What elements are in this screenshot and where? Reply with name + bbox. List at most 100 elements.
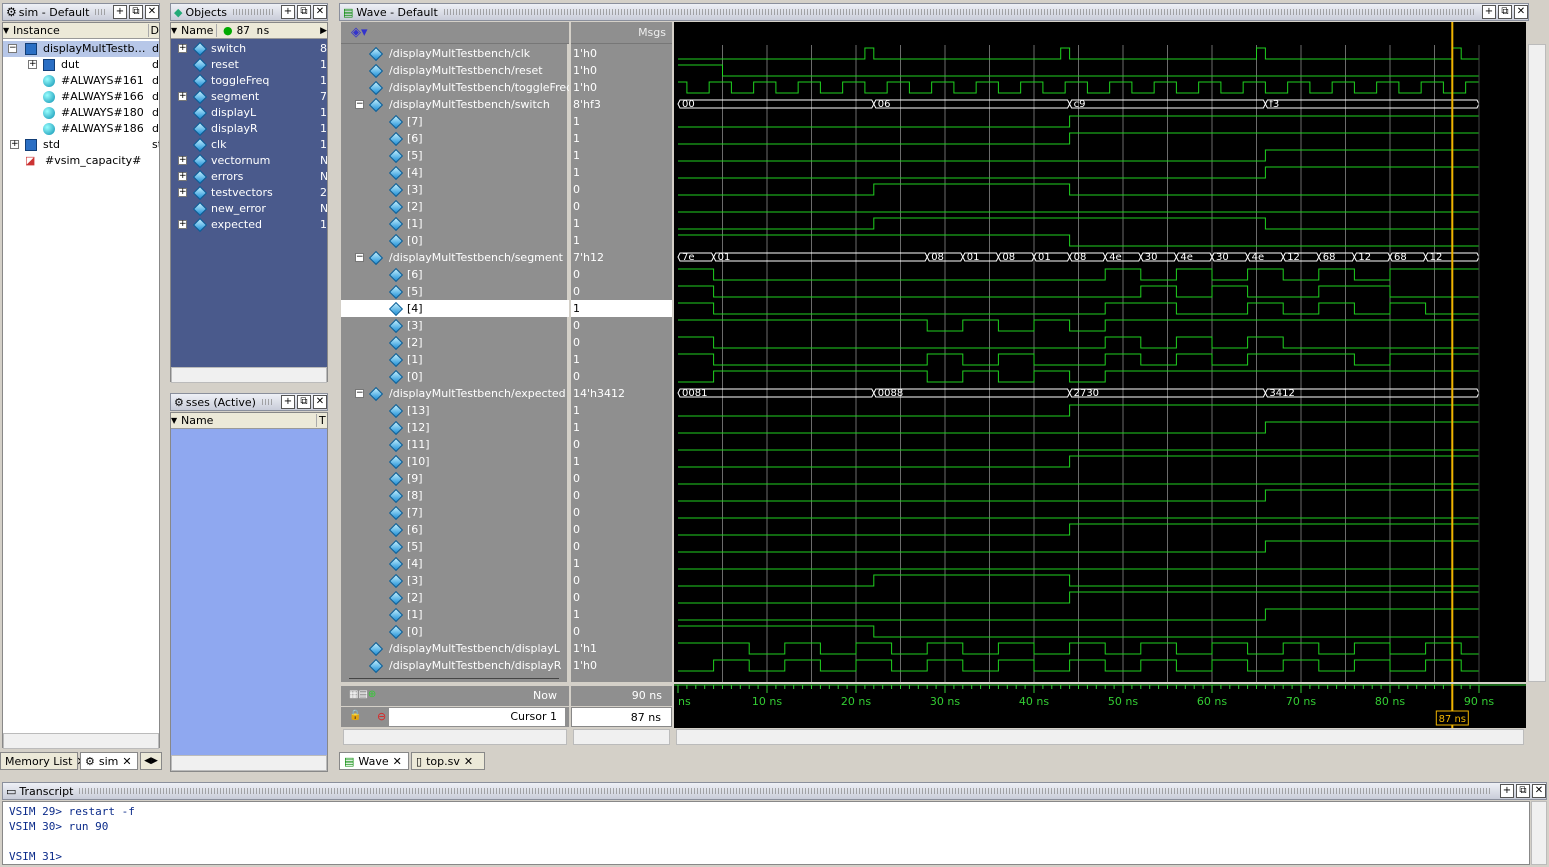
drag-grip[interactable]	[443, 9, 1474, 15]
signal-bit-row[interactable]: [1]	[341, 215, 569, 232]
signal-row[interactable]: /displayMultTestbench/clk	[341, 45, 569, 62]
collapse-icon[interactable]: −	[8, 44, 17, 53]
tree-row[interactable]: #ALWAYS#186 di	[3, 121, 159, 137]
objects-hscrollbar[interactable]	[171, 367, 327, 383]
names-hscrollbar[interactable]	[343, 729, 567, 745]
expand-icon[interactable]: +	[10, 140, 19, 149]
object-row[interactable]: + errors N	[171, 169, 327, 185]
sim-pane-titlebar[interactable]: ⚙ sim - Default + ⧉ ✕	[2, 3, 160, 21]
expand-icon[interactable]: +	[178, 172, 187, 181]
signal-bit-row[interactable]: [9]	[341, 470, 569, 487]
tree-row[interactable]: #ALWAYS#161 di	[3, 73, 159, 89]
expand-icon[interactable]: +	[178, 92, 187, 101]
signal-row[interactable]: −/displayMultTestbench/segment	[341, 249, 569, 266]
time-ruler[interactable]: ns 10 ns 20 ns 30 ns 40 ns 50 ns 60 ns 70 ns 80 …	[674, 684, 1526, 728]
cursor-name-field[interactable]: Cursor 1	[389, 708, 565, 726]
signal-bit-row[interactable]: [0]	[341, 232, 569, 249]
object-row[interactable]: + expected 1	[171, 217, 327, 233]
transcript-console[interactable]: VSIM 29> restart -f VSIM 30> run 90 VSIM…	[2, 801, 1530, 865]
tab-scroll-arrows[interactable]: ◀▶	[140, 752, 162, 770]
close-icon[interactable]: ✕	[1532, 784, 1546, 798]
signal-bit-row[interactable]: [3]	[341, 572, 569, 589]
signal-bit-row[interactable]: [10]	[341, 453, 569, 470]
add-icon[interactable]: +	[113, 5, 127, 19]
tab-wave[interactable]: ▤ Wave ✕	[339, 752, 409, 770]
collapse-icon[interactable]: −	[355, 100, 364, 109]
undock-icon[interactable]: ⧉	[297, 5, 311, 19]
add-icon[interactable]: +	[1482, 5, 1496, 19]
signal-row[interactable]: /displayMultTestbench/reset	[341, 62, 569, 79]
drag-grip[interactable]	[95, 9, 105, 15]
tree-row[interactable]: + dut di	[3, 57, 159, 73]
signal-bit-row[interactable]: [5]	[341, 283, 569, 300]
object-row[interactable]: displayR1'	[171, 121, 327, 137]
sim-hscrollbar[interactable]	[3, 733, 159, 749]
close-icon[interactable]: ✕	[393, 755, 402, 768]
signal-bit-row[interactable]: [3]	[341, 317, 569, 334]
collapse-icon[interactable]: −	[355, 253, 364, 262]
signal-bit-row[interactable]: [5]	[341, 147, 569, 164]
col-name[interactable]: Name	[181, 24, 217, 37]
col-t[interactable]: T	[317, 414, 326, 427]
close-icon[interactable]: ✕	[122, 755, 131, 768]
signal-bit-row[interactable]: [0]	[341, 368, 569, 385]
processes-hscrollbar[interactable]	[171, 755, 327, 771]
object-row[interactable]: +switch8'	[171, 41, 327, 57]
drag-grip[interactable]	[79, 788, 1492, 794]
tree-row[interactable]: #ALWAYS#166 di	[3, 89, 159, 105]
signal-bit-row[interactable]: [4]	[341, 300, 569, 317]
lock-icon[interactable]: 🔒	[349, 710, 361, 721]
close-icon[interactable]: ✕	[313, 395, 327, 409]
expand-icon[interactable]: +	[178, 220, 187, 229]
close-icon[interactable]: ✕	[145, 5, 159, 19]
expand-icon[interactable]: +	[28, 60, 37, 69]
signal-bit-row[interactable]: [7]	[341, 504, 569, 521]
collapse-icon[interactable]: −	[355, 389, 364, 398]
tab-memory-list[interactable]: Memory List✕	[0, 752, 86, 770]
wave-pane-titlebar[interactable]: ▤ Wave - Default + ⧉ ✕	[339, 3, 1529, 21]
transcript-vscrollbar[interactable]	[1531, 801, 1547, 865]
close-icon[interactable]: ✕	[464, 755, 473, 768]
tab-top-sv[interactable]: ▯ top.sv ✕	[411, 752, 485, 770]
tree-row[interactable]: #ALWAYS#180 di	[3, 105, 159, 121]
zoom-icons[interactable]: ▦▤⊕	[349, 689, 376, 700]
col-design[interactable]: D	[149, 24, 159, 37]
signal-bit-row[interactable]: [8]	[341, 487, 569, 504]
object-row[interactable]: new_error N	[171, 201, 327, 217]
cursor-value[interactable]: 87 ns	[571, 707, 672, 727]
signal-bit-row[interactable]: [6]	[341, 521, 569, 538]
drag-grip[interactable]	[233, 9, 273, 15]
sort-arrow-icon[interactable]: ▼	[3, 26, 13, 35]
object-row[interactable]: clk1'	[171, 137, 327, 153]
signal-bit-row[interactable]: [4]	[341, 555, 569, 572]
signal-bit-row[interactable]: [4]	[341, 164, 569, 181]
remove-cursor-icon[interactable]: ⊖	[377, 710, 386, 723]
values-hscrollbar[interactable]	[573, 729, 670, 745]
tree-row[interactable]: ◪ #vsim_capacity#	[3, 153, 159, 169]
tree-row[interactable]: − displayMultTestbench di	[3, 41, 159, 57]
col-instance[interactable]: Instance	[13, 24, 149, 37]
col-name[interactable]: Name	[181, 414, 317, 427]
signal-bit-row[interactable]: [1]	[341, 351, 569, 368]
signal-bit-row[interactable]: [1]	[341, 606, 569, 623]
tree-row[interactable]: + std st	[3, 137, 159, 153]
wave-format-icon[interactable]: ◈▾	[351, 25, 368, 40]
transcript-prompt[interactable]: VSIM 31>	[9, 849, 1523, 864]
signal-row[interactable]: /displayMultTestbench/toggleFreq	[341, 79, 569, 96]
object-row[interactable]: + vectornum N	[171, 153, 327, 169]
add-icon[interactable]: +	[281, 395, 295, 409]
waveform-area[interactable]: 00 06 c9 f3 7e 01 08 01 08 01 08 4e 30 4e 30 4e 12 68 12 68…	[674, 22, 1526, 682]
signal-bit-row[interactable]: [12]	[341, 419, 569, 436]
drag-grip[interactable]	[261, 399, 273, 405]
signal-bit-row[interactable]: [11]	[341, 436, 569, 453]
object-row[interactable]: toggleFreq1'	[171, 73, 327, 89]
sort-arrow-icon[interactable]: ▼	[171, 416, 181, 425]
signal-bit-row[interactable]: [13]	[341, 402, 569, 419]
signal-bit-row[interactable]: [7]	[341, 113, 569, 130]
signal-bit-row[interactable]: [2]	[341, 589, 569, 606]
expand-icon[interactable]: +	[178, 188, 187, 197]
signal-bit-row[interactable]: [5]	[341, 538, 569, 555]
signal-bit-row[interactable]: [6]	[341, 266, 569, 283]
expand-icon[interactable]: +	[178, 156, 187, 165]
object-row[interactable]: + testvectors 2	[171, 185, 327, 201]
